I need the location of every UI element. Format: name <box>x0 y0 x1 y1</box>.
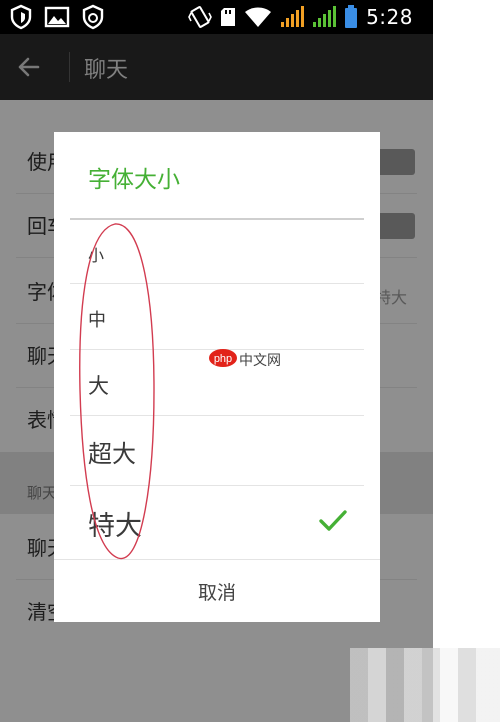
signal-icon <box>313 6 337 27</box>
sd-card-icon <box>221 8 236 26</box>
signal-icon <box>281 6 305 27</box>
php-logo-icon: php <box>209 349 237 367</box>
font-option-medium[interactable]: 中 <box>70 284 364 350</box>
battery-icon <box>345 5 358 28</box>
font-option-label: 小 <box>88 246 105 265</box>
outer-margin <box>433 0 500 722</box>
font-option-label: 特大 <box>88 511 142 542</box>
vibrate-icon <box>188 6 212 28</box>
font-option-label: 大 <box>88 374 109 398</box>
status-bar: 5:28 <box>0 0 433 34</box>
font-option-label: 超大 <box>88 440 136 468</box>
blurred-region <box>350 648 500 722</box>
shield-icon <box>10 4 32 30</box>
font-option-huge[interactable]: 特大 <box>70 486 364 560</box>
font-option-small[interactable]: 小 <box>70 220 364 284</box>
font-size-dialog: 字体大小 小 中 大 超大 特大 取消 <box>54 132 380 622</box>
dialog-title: 字体大小 <box>88 167 180 193</box>
sync-icon <box>82 4 104 30</box>
status-time: 5:28 <box>366 5 413 29</box>
font-option-extra-large[interactable]: 超大 <box>70 416 364 486</box>
font-option-label: 中 <box>88 310 106 331</box>
watermark-text: 中文网 <box>239 353 281 369</box>
phone-screen: 使用 回车 字体 特大 聊天 表情 聊天 聊天 清空 聊天 5:28 字体大小 … <box>0 0 433 722</box>
image-icon <box>44 6 70 28</box>
cancel-label: 取消 <box>197 582 236 604</box>
logo-text: php <box>214 353 232 365</box>
wifi-icon <box>245 7 272 27</box>
watermark: php 中文网 <box>209 348 281 372</box>
cancel-button[interactable]: 取消 <box>54 559 380 622</box>
checkmark-icon <box>319 510 347 531</box>
